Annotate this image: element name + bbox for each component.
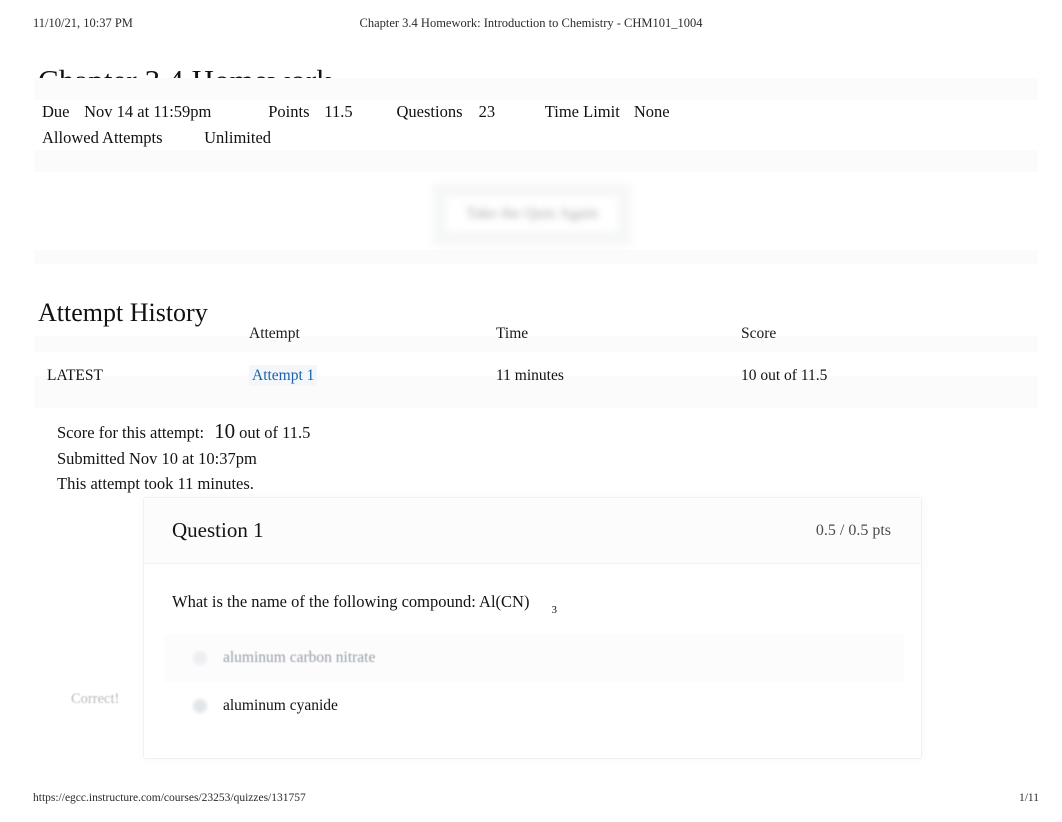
question-title: Question 1 <box>172 518 264 542</box>
quiz-meta-row-2: Allowed Attempts Unlimited <box>42 125 670 151</box>
row-latest-marker: LATEST <box>47 367 103 384</box>
row-time-value: 11 minutes <box>496 367 564 384</box>
radio-icon[interactable] <box>193 699 207 713</box>
quiz-meta: Due Nov 14 at 11:59pm Points 11.5 Questi… <box>42 99 670 151</box>
time-limit-label: Time Limit <box>544 102 620 121</box>
print-footer-page: 1/11 <box>1018 792 1039 804</box>
time-limit-value: None <box>633 102 670 121</box>
question-prompt-text: What is the name of the following compou… <box>172 592 530 611</box>
table-header-row: Attempt Time Score <box>34 318 1038 350</box>
take-quiz-again-button[interactable]: Take the Quiz Again <box>444 195 620 233</box>
score-summary: Score for this attempt: 10 out of 11.5 Sub… <box>57 419 310 497</box>
correct-badge: Correct! <box>71 691 120 707</box>
column-header-time: Time <box>496 325 529 342</box>
print-header-title: Chapter 3.4 Homework: Introduction to Ch… <box>359 16 703 30</box>
table-row: LATEST Attempt 1 11 minutes 10 out of 11… <box>34 360 1038 392</box>
questions-value: 23 <box>478 102 496 121</box>
allowed-attempts-value: Unlimited <box>204 128 272 147</box>
score-label: Score for this attempt: <box>57 423 205 442</box>
answer-option-1[interactable]: aluminum carbon nitrate <box>164 634 904 682</box>
question-prompt: What is the name of the following compou… <box>172 592 893 616</box>
take-quiz-again-container[interactable]: Take the Quiz Again <box>432 183 632 246</box>
answer-option-2-label: aluminum cyanide <box>223 697 338 714</box>
answer-list: aluminum carbon nitrate aluminum cyanide <box>164 634 904 730</box>
submitted-line: Submitted Nov 10 at 10:37pm <box>57 448 257 468</box>
radio-icon[interactable] <box>193 651 207 665</box>
background-band <box>34 150 1038 172</box>
questions-label: Questions <box>396 102 463 121</box>
score-outof: out of 11.5 <box>239 423 311 442</box>
attempt-history-table: Attempt Time Score LATEST Attempt 1 11 m… <box>34 318 1038 392</box>
due-label: Due <box>42 102 70 121</box>
column-header-attempt: Attempt <box>249 325 300 342</box>
column-header-score: Score <box>741 325 777 342</box>
question-points: 0.5 / 0.5 pts <box>815 521 891 539</box>
due-value: Nov 14 at 11:59pm <box>84 102 212 121</box>
background-band <box>34 78 1038 100</box>
answer-option-1-label: aluminum carbon nitrate <box>223 649 376 666</box>
question-header: Question 1 0.5 / 0.5 pts <box>144 498 921 564</box>
answer-option-2[interactable]: aluminum cyanide <box>164 682 904 730</box>
row-score-value: 10 out of 11.5 <box>741 367 828 384</box>
duration-line: This attempt took 11 minutes. <box>57 474 254 493</box>
attempt-1-link[interactable]: Attempt 1 <box>249 365 318 386</box>
quiz-meta-row-1: Due Nov 14 at 11:59pm Points 11.5 Questi… <box>42 99 670 125</box>
points-label: Points <box>268 102 310 121</box>
question-body: What is the name of the following compou… <box>144 564 921 616</box>
score-value: 10 <box>214 419 236 443</box>
print-footer-url: https://egcc.instructure.com/courses/232… <box>33 792 306 804</box>
points-value: 11.5 <box>324 102 353 121</box>
question-prompt-subscript: 3 <box>551 604 557 616</box>
score-line: Score for this attempt: 10 out of 11.5 <box>57 419 310 446</box>
allowed-attempts-label: Allowed Attempts <box>42 128 163 147</box>
background-band <box>34 250 1038 264</box>
